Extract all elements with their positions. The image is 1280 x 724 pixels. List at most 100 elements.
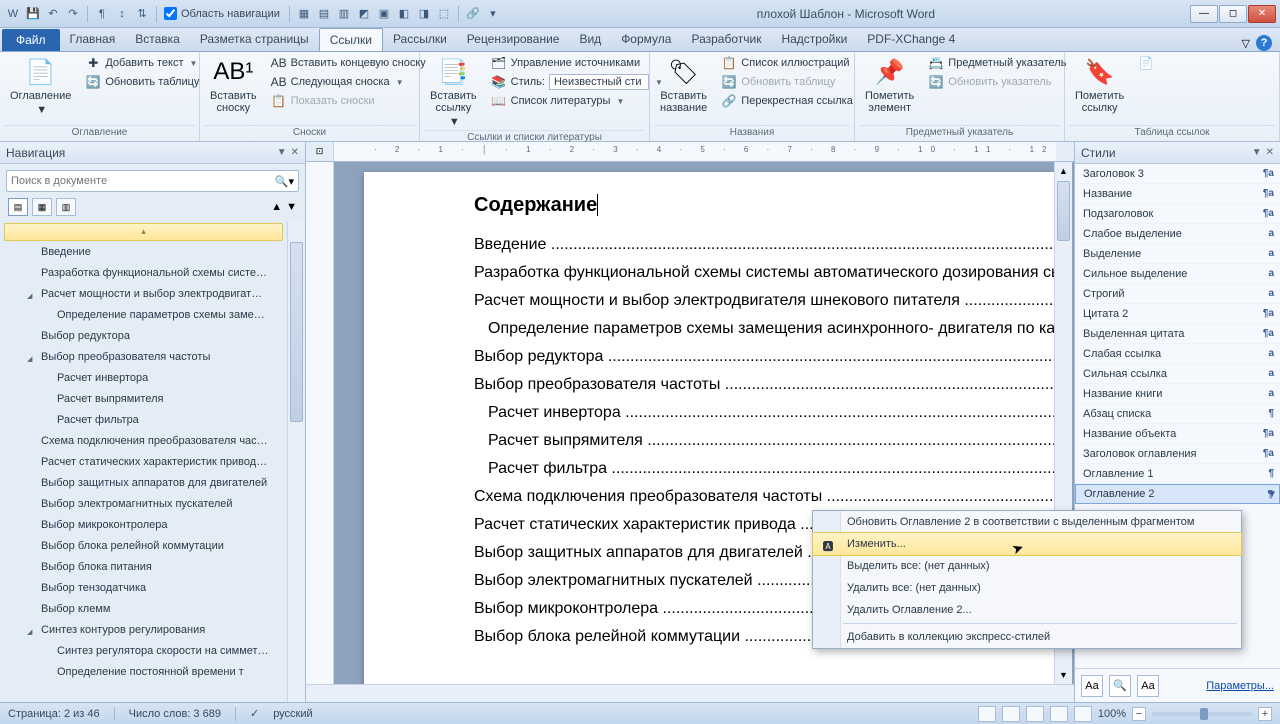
toc-button[interactable]: 📄 Оглавление ▼ — [4, 54, 77, 118]
qat-btn[interactable]: ▣ — [375, 5, 393, 23]
styles-dropdown-icon[interactable]: ▼ — [1252, 147, 1262, 158]
nav-item[interactable]: Определение параметров схемы заме… — [4, 305, 283, 325]
insert-citation-button[interactable]: 📑 Вставить ссылку▼ — [424, 54, 483, 130]
nav-item[interactable]: Разработка функциональной схемы систе… — [4, 263, 283, 283]
zoom-in-button[interactable]: + — [1258, 707, 1272, 721]
cm-modify[interactable]: 🅰Изменить... — [812, 532, 1242, 556]
vertical-ruler[interactable] — [306, 162, 334, 684]
tab-рецензирование[interactable]: Рецензирование — [457, 28, 570, 51]
toa-icon[interactable]: 📄 — [1134, 54, 1158, 72]
nav-item[interactable]: Определение постоянной времени т — [4, 662, 283, 682]
style-item[interactable]: Абзац списка¶ — [1075, 404, 1280, 424]
zoom-level[interactable]: 100% — [1098, 708, 1126, 720]
zoom-slider[interactable] — [1152, 712, 1252, 716]
word-count[interactable]: Число слов: 3 689 — [129, 708, 221, 720]
nav-item[interactable]: Выбор электромагнитных пускателей — [4, 494, 283, 514]
scroll-up-icon[interactable]: ▲ — [1055, 162, 1072, 180]
help-icon[interactable]: ? — [1256, 35, 1272, 51]
mark-citation-button[interactable]: 🔖 Пометить ссылку — [1069, 54, 1130, 116]
qat-btn[interactable]: ◨ — [415, 5, 433, 23]
scroll-down-icon[interactable]: ▼ — [1055, 666, 1072, 684]
nav-item[interactable]: Расчет статических характеристик привод… — [4, 452, 283, 472]
update-table2-button[interactable]: 🔄Обновить таблицу — [717, 73, 857, 91]
proofing-icon[interactable]: ✓ — [250, 707, 259, 720]
qat-btn[interactable]: ◧ — [395, 5, 413, 23]
ruler-corner[interactable]: ⊡ — [306, 142, 334, 161]
tab-рассылки[interactable]: Рассылки — [383, 28, 457, 51]
index-button[interactable]: 📇Предметный указатель — [924, 54, 1070, 72]
zoom-out-button[interactable]: − — [1132, 707, 1146, 721]
scroll-thumb[interactable] — [1057, 181, 1070, 241]
styles-close-icon[interactable]: ✕ — [1266, 147, 1274, 158]
qat-btn[interactable]: ↕ — [113, 5, 131, 23]
nav-item[interactable]: Выбор преобразователя частоты — [4, 347, 283, 367]
redo-icon[interactable]: ↷ — [64, 5, 82, 23]
word-icon[interactable]: W — [4, 5, 22, 23]
tab-разработчик[interactable]: Разработчик — [681, 28, 771, 51]
nav-item[interactable]: Расчет фильтра — [4, 410, 283, 430]
style-item[interactable]: Слабое выделениеa — [1075, 224, 1280, 244]
citation-style-select[interactable]: 📚Стиль: Неизвестный сти▼ — [487, 73, 667, 91]
nav-dropdown-icon[interactable]: ▼ — [277, 147, 287, 158]
insert-footnote-button[interactable]: AB¹ Вставить сноску — [204, 54, 263, 116]
horizontal-scrollbar[interactable] — [306, 684, 1074, 702]
nav-item[interactable]: Схема подключения преобразователя час… — [4, 431, 283, 451]
nav-item[interactable]: Синтез контуров регулирования — [4, 620, 283, 640]
style-item[interactable]: Заголовок 3¶a — [1075, 164, 1280, 184]
tab-вставка[interactable]: Вставка — [125, 28, 190, 51]
qat-btn[interactable]: ◩ — [355, 5, 373, 23]
ribbon-minimize-icon[interactable]: ▽ — [1242, 37, 1250, 50]
endnote-button[interactable]: ABВставить концевую сноску — [267, 54, 430, 72]
close-button[interactable]: ✕ — [1248, 5, 1276, 23]
style-item[interactable]: Оглавление 2¶▼ — [1075, 484, 1280, 504]
nav-search[interactable]: 🔍▾ — [6, 170, 299, 192]
new-style-button[interactable]: Aa — [1081, 675, 1103, 697]
insert-caption-button[interactable]: 🏷 Вставить название — [654, 54, 713, 116]
print-layout-view[interactable] — [978, 706, 996, 722]
nav-item-selected[interactable]: ▴ — [4, 223, 283, 241]
manage-styles-button[interactable]: Aa — [1137, 675, 1159, 697]
manage-sources-button[interactable]: 🗂Управление источниками — [487, 54, 667, 72]
search-input[interactable] — [11, 175, 275, 187]
tab-ссылки[interactable]: Ссылки — [319, 28, 383, 51]
save-icon[interactable]: 💾 — [24, 5, 42, 23]
cm-delete-style[interactable]: Удалить Оглавление 2... — [813, 599, 1241, 621]
bibliography-button[interactable]: 📖Список литературы▼ — [487, 92, 667, 110]
cm-update-match[interactable]: Обновить Оглавление 2 в соответствии с в… — [813, 511, 1241, 533]
language-status[interactable]: русский — [273, 708, 312, 720]
qat-btn[interactable]: ¶ — [93, 5, 111, 23]
tab-разметка-страницы[interactable]: Разметка страницы — [190, 28, 319, 51]
add-text-button[interactable]: ✚Добавить текст▼ — [81, 54, 203, 72]
cm-select-all[interactable]: Выделить все: (нет данных) — [813, 555, 1241, 577]
styles-options-link[interactable]: Параметры... — [1206, 680, 1274, 692]
style-item[interactable]: Оглавление 1¶ — [1075, 464, 1280, 484]
nav-item[interactable]: Выбор блока релейной коммутации — [4, 536, 283, 556]
cm-delete-all[interactable]: Удалить все: (нет данных) — [813, 577, 1241, 599]
style-item[interactable]: Выделенная цитата¶a — [1075, 324, 1280, 344]
tab-pdf-xchange-4[interactable]: PDF-XChange 4 — [857, 28, 965, 51]
file-tab[interactable]: Файл — [2, 29, 60, 51]
nav-item[interactable]: Выбор редуктора — [4, 326, 283, 346]
nav-down-icon[interactable]: ▼ — [286, 201, 297, 213]
nav-item[interactable]: Введение — [4, 242, 283, 262]
show-notes-button[interactable]: 📋Показать сноски — [267, 92, 430, 110]
nav-item[interactable]: Выбор клемм — [4, 599, 283, 619]
qat-btn[interactable]: ⬚ — [435, 5, 453, 23]
nav-item[interactable]: Выбор тензодатчика — [4, 578, 283, 598]
style-item[interactable]: Название объекта¶a — [1075, 424, 1280, 444]
style-item[interactable]: Название книгиa — [1075, 384, 1280, 404]
style-item[interactable]: Строгийa — [1075, 284, 1280, 304]
style-item[interactable]: Слабая ссылкаa — [1075, 344, 1280, 364]
fullscreen-view[interactable] — [1002, 706, 1020, 722]
nav-view-headings[interactable]: ▤ — [8, 198, 28, 216]
style-item[interactable]: Заголовок оглавления¶a — [1075, 444, 1280, 464]
qat-btn[interactable]: 🔗 — [464, 5, 482, 23]
outline-view[interactable] — [1050, 706, 1068, 722]
mark-entry-button[interactable]: 📌 Пометить элемент — [859, 54, 920, 116]
draft-view[interactable] — [1074, 706, 1092, 722]
update-index-button[interactable]: 🔄Обновить указатель — [924, 73, 1070, 91]
cross-reference-button[interactable]: 🔗Перекрестная ссылка — [717, 92, 857, 110]
update-table-button[interactable]: 🔄Обновить таблицу — [81, 73, 203, 91]
qat-btn[interactable]: ⇅ — [133, 5, 151, 23]
web-view[interactable] — [1026, 706, 1044, 722]
